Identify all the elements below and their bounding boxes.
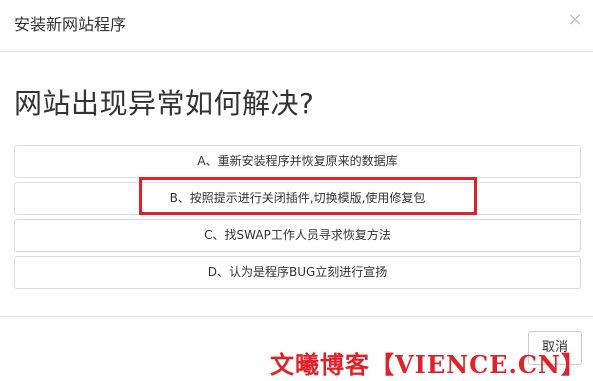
cancel-button[interactable]: 取消 xyxy=(528,331,582,365)
option-c-button[interactable]: C、找SWAP工作人员寻求恢复方法 xyxy=(14,219,581,252)
question-heading: 网站出现异常如何解决? xyxy=(14,87,315,120)
option-a-button[interactable]: A、重新安装程序并恢复原来的数据库 xyxy=(14,145,581,178)
dialog-title: 安装新网站程序 xyxy=(14,15,127,34)
close-icon[interactable]: × xyxy=(567,10,583,30)
option-b-button[interactable]: B、按照提示进行关闭插件,切换模版,使用修复包 xyxy=(14,182,581,215)
option-d-button[interactable]: D、认为是程序BUG立刻进行宣扬 xyxy=(14,256,581,289)
dialog-footer xyxy=(0,316,593,381)
dialog-header: 安装新网站程序 × xyxy=(0,0,593,52)
install-dialog: 安装新网站程序 × 网站出现异常如何解决? A、重新安装程序并恢复原来的数据库 … xyxy=(0,0,593,381)
